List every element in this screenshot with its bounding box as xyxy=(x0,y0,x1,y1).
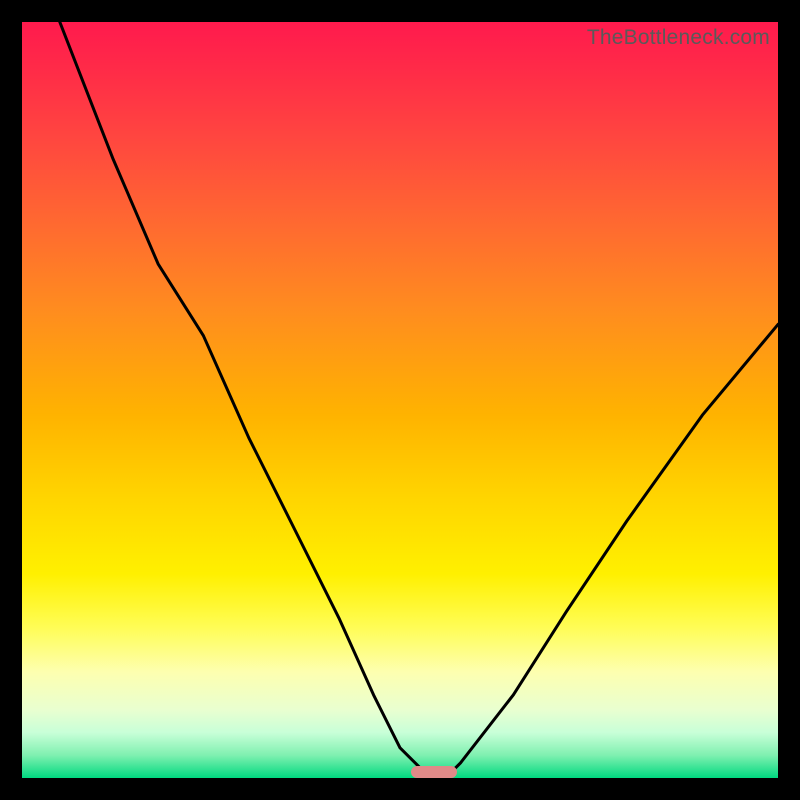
chart-frame: TheBottleneck.com xyxy=(0,0,800,800)
curve-path xyxy=(60,22,778,778)
optimal-marker xyxy=(411,766,456,778)
bottleneck-curve xyxy=(22,22,778,778)
plot-area: TheBottleneck.com xyxy=(22,22,778,778)
